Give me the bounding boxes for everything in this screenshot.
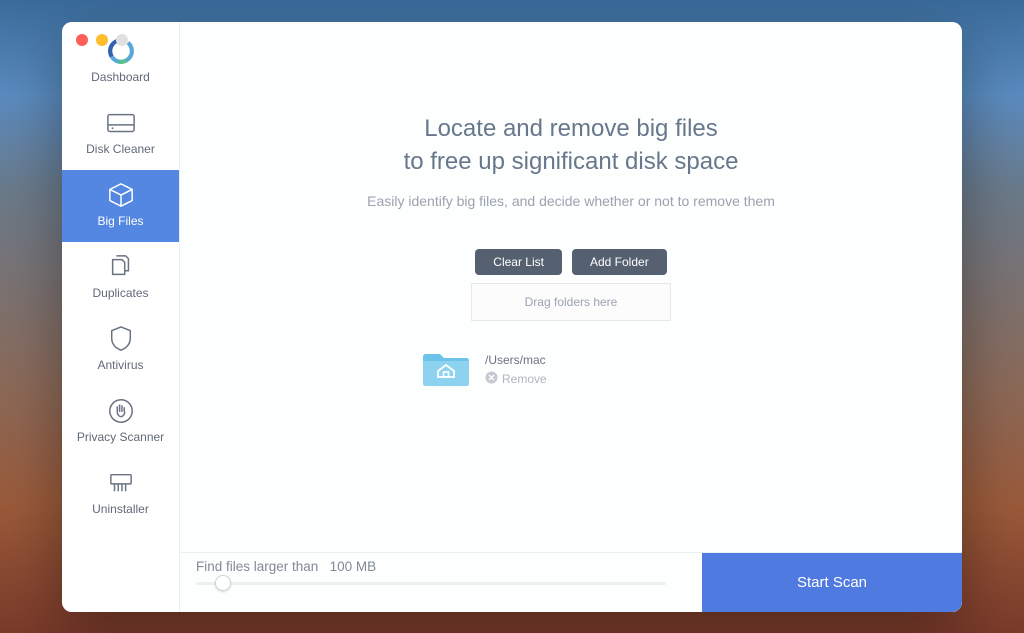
dropzone-hint: Drag folders here	[525, 295, 618, 309]
window-controls	[76, 34, 128, 46]
box-icon	[105, 182, 137, 208]
sidebar-item-big-files[interactable]: Big Files	[62, 170, 179, 242]
remove-folder-button[interactable]: Remove	[485, 371, 547, 387]
duplicate-files-icon	[105, 254, 137, 280]
drive-icon	[105, 110, 137, 136]
folder-list-item: /Users/mac Remove	[421, 347, 721, 394]
maximize-window-button[interactable]	[116, 34, 128, 46]
shield-icon	[105, 326, 137, 352]
folder-dropzone[interactable]: Drag folders here	[471, 283, 671, 321]
add-folder-button[interactable]: Add Folder	[572, 249, 667, 275]
folder-path: /Users/mac	[485, 353, 547, 367]
sidebar-item-label: Duplicates	[92, 286, 148, 300]
sidebar-item-uninstaller[interactable]: Uninstaller	[62, 458, 179, 530]
slider-thumb[interactable]	[215, 575, 231, 591]
sidebar-item-label: Antivirus	[97, 358, 143, 372]
hand-stop-icon	[105, 398, 137, 424]
close-window-button[interactable]	[76, 34, 88, 46]
filter-label-prefix: Find files larger than	[196, 559, 318, 574]
sidebar-item-label: Privacy Scanner	[77, 430, 164, 444]
clear-list-button[interactable]: Clear List	[475, 249, 562, 275]
hero-heading-line2: to free up significant disk space	[404, 145, 739, 179]
sidebar-item-duplicates[interactable]: Duplicates	[62, 242, 179, 314]
sidebar: Dashboard Disk Cleaner	[62, 22, 180, 612]
sidebar-item-label: Disk Cleaner	[86, 142, 155, 156]
app-window: Dashboard Disk Cleaner	[62, 22, 962, 612]
size-slider[interactable]	[196, 582, 666, 585]
action-buttons: Clear List Add Folder	[475, 249, 666, 275]
filter-label: Find files larger than 100 MB	[196, 559, 686, 574]
remove-icon	[485, 371, 498, 387]
remove-label: Remove	[502, 372, 547, 386]
sidebar-item-antivirus[interactable]: Antivirus	[62, 314, 179, 386]
sidebar-item-label: Uninstaller	[92, 502, 149, 516]
sidebar-item-label: Big Files	[97, 214, 143, 228]
size-filter: Find files larger than 100 MB	[180, 553, 702, 612]
shredder-icon	[105, 470, 137, 496]
filter-value: 100 MB	[330, 559, 377, 574]
content-area: Locate and remove big files to free up s…	[180, 22, 962, 552]
hero-subtitle: Easily identify big files, and decide wh…	[367, 193, 775, 209]
sidebar-item-privacy-scanner[interactable]: Privacy Scanner	[62, 386, 179, 458]
minimize-window-button[interactable]	[96, 34, 108, 46]
sidebar-item-disk-cleaner[interactable]: Disk Cleaner	[62, 98, 179, 170]
home-folder-icon	[421, 347, 471, 394]
hero-heading-line1: Locate and remove big files	[424, 112, 718, 146]
sidebar-item-label: Dashboard	[91, 70, 150, 84]
main-panel: Start Over Combo Cleaner Upgrade to Prem…	[180, 22, 962, 612]
bottom-bar: Find files larger than 100 MB Start Scan	[180, 552, 962, 612]
start-scan-button[interactable]: Start Scan	[702, 553, 962, 612]
